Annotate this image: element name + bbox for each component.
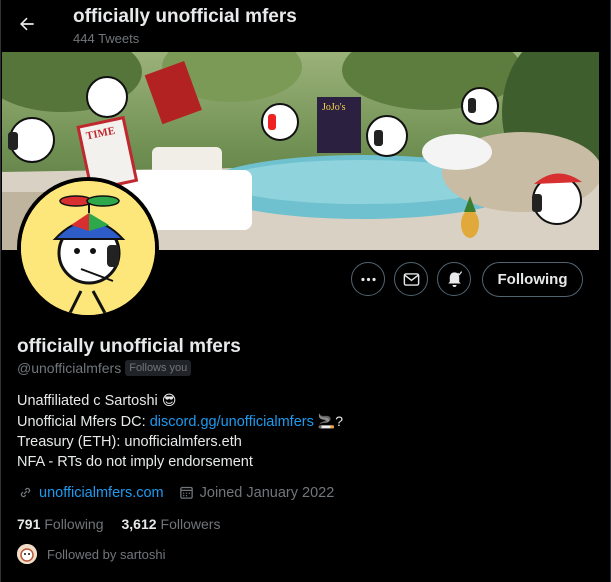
followers-stat[interactable]: 3,612 Followers <box>122 516 221 532</box>
cigarette-emoji: 🚬? <box>317 413 344 429</box>
profile-column: officially unofficial mfers 444 Tweets T… <box>0 0 611 582</box>
followed-by-text: Followed by sartoshi <box>47 546 166 562</box>
followed-by-row[interactable]: Followed by sartoshi <box>17 544 166 564</box>
following-label: Following <box>44 516 104 532</box>
notifications-button[interactable] <box>437 262 471 296</box>
handle: @unofficialmfers <box>17 360 122 376</box>
handle-row: @unofficialmfers Follows you <box>17 360 192 376</box>
tweet-count: 444 Tweets <box>73 31 140 46</box>
joined-item: Joined January 2022 <box>178 484 335 501</box>
display-name: officially unofficial mfers <box>17 336 241 357</box>
calendar-icon <box>179 486 193 499</box>
more-icon <box>360 277 376 281</box>
follower-avatar <box>17 544 37 564</box>
website-item: unofficialmfers.com <box>17 484 164 501</box>
followers-label: Followers <box>160 516 221 532</box>
joined-date: Joined January 2022 <box>199 484 335 501</box>
bio-line-2-prefix: Unofficial Mfers DC: <box>17 414 150 430</box>
discord-link[interactable]: discord.gg/unofficialmfers <box>150 414 314 430</box>
link-icon <box>20 487 31 498</box>
top-bar: officially unofficial mfers 444 Tweets <box>1 0 610 52</box>
website-link[interactable]: unofficialmfers.com <box>39 485 164 501</box>
more-button[interactable] <box>351 262 385 296</box>
sunglasses-emoji: 😎 <box>161 392 177 408</box>
back-arrow-icon <box>20 17 34 31</box>
bio-line-3: Treasury (ETH): unofficialmfers.eth <box>17 434 242 450</box>
bell-icon <box>447 270 462 287</box>
bio-line-1: Unaffiliated c Sartoshi 😎 <box>17 390 343 411</box>
following-stat[interactable]: 791 Following <box>17 516 104 532</box>
bio: Unaffiliated c Sartoshi 😎 Unofficial Mfe… <box>17 390 343 472</box>
following-button[interactable]: Following <box>482 262 583 297</box>
bio-line-2: Unofficial Mfers DC: discord.gg/unoffici… <box>17 411 343 432</box>
mail-icon <box>403 272 419 286</box>
followers-count: 3,612 <box>121 516 157 532</box>
bio-line-4: NFA - RTs do not imply endorsement <box>17 454 253 470</box>
follow-stats: 791 Following 3,612 Followers <box>17 516 220 532</box>
profile-meta: unofficialmfers.com Joined January 2022 <box>17 484 348 501</box>
back-button[interactable] <box>17 14 41 38</box>
bio-line-1-text: Unaffiliated c Sartoshi <box>17 393 158 409</box>
follows-you-badge: Follows you <box>125 360 192 376</box>
banner-book-text: JoJo's <box>322 102 346 113</box>
avatar-image <box>21 181 155 315</box>
profile-avatar[interactable] <box>17 177 159 319</box>
message-button[interactable] <box>394 262 428 296</box>
header-title: officially unofficial mfers <box>73 6 297 27</box>
following-count: 791 <box>17 516 41 532</box>
